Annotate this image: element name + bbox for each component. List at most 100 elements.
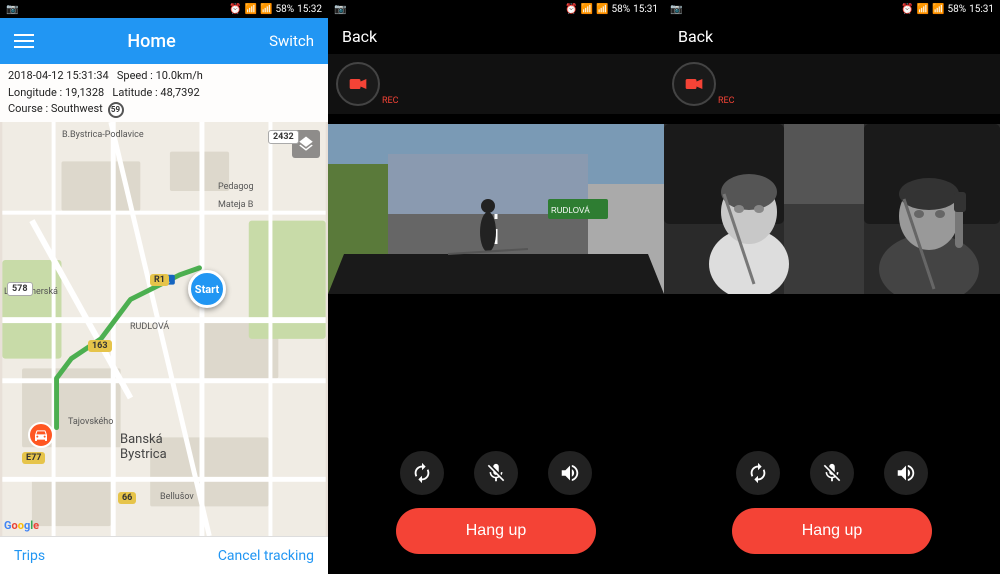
road-badge-66: 66 [118,492,136,504]
info-line-1: 2018-04-12 15:31:34 Speed : 10.0km/h [8,68,320,85]
interior-rotate-icon [747,462,769,484]
front-volume-button[interactable] [548,451,592,495]
map-status-icons: ⏰ 📶 📶 58% 15:32 [229,4,322,15]
interior-status-icons: ⏰ 📶 📶 58% 15:31 [901,4,994,15]
app-title: Home [127,31,175,52]
front-time: 15:31 [633,4,658,15]
front-status-bar: 📷 ⏰ 📶 📶 58% 15:31 [328,0,664,18]
cancel-tracking-button[interactable]: Cancel tracking [218,548,314,564]
front-back-button[interactable]: Back [342,27,377,46]
interior-controls [664,438,1000,508]
interior-cam-scene [664,124,1000,294]
lon-label: Longitude : [8,86,62,99]
layers-icon [297,135,315,153]
front-top-bar: Back [328,18,664,54]
road-badge-163: 163 [88,340,112,352]
course-label: Course : [8,102,48,115]
front-status-icons: ⏰ 📶 📶 58% 15:31 [565,4,658,15]
front-signal-icon: 📶 [596,4,608,15]
lat-value: 48,7392 [160,86,199,99]
interior-alarm-icon: ⏰ [901,4,913,15]
map-app-bar: Home Switch [0,18,328,64]
front-wifi-icon: 📶 [581,4,593,15]
front-rotate-button[interactable] [400,451,444,495]
speed-value: 10.0km/h [156,69,203,82]
front-rec-button[interactable] [336,62,380,106]
interior-rec-label: REC [718,96,735,106]
interior-top-bar: Back [664,18,1000,54]
volume-icon [559,462,581,484]
info-bar: 2018-04-12 15:31:34 Speed : 10.0km/h Lon… [0,64,328,122]
interior-camera-panel: 📷 ⏰ 📶 📶 58% 15:31 Back REC [664,0,1000,574]
course-value: Southwest [51,102,103,115]
road-badge-578: 578 [7,282,33,296]
road-badge-e77: E77 [22,452,45,464]
lat-label: Latitude : [112,86,157,99]
switch-button[interactable]: Switch [269,32,314,50]
map-panel: 📷 ⏰ 📶 📶 58% 15:32 Home Switch 2018-04-12… [0,0,328,574]
interior-mic-button[interactable] [810,451,854,495]
map-status-left: 📷 [6,4,18,15]
front-cam-icon: 📷 [334,4,346,15]
interior-rotate-button[interactable] [736,451,780,495]
info-line-2: Longitude : 19,1328 Latitude : 48,7392 [8,85,320,102]
interior-black-top [664,114,1000,124]
interior-rec-button[interactable] [672,62,716,106]
map-bottom-bar: Trips Cancel tracking [0,536,328,574]
map-area[interactable]: R1 B.Bystrica-Podlavice RUDLOVÁ Pedagog … [0,122,328,536]
interior-status-bar: 📷 ⏰ 📶 📶 58% 15:31 [664,0,1000,18]
front-hang-up-button[interactable]: Hang up [396,508,597,554]
battery-text: 58% [276,4,295,15]
alarm-icon: ⏰ [229,4,241,15]
interior-mic-off-icon [821,462,843,484]
datetime: 2018-04-12 15:31:34 [8,69,109,82]
place-label-pedagog: Pedagog [218,182,254,192]
front-hang-up-area: Hang up [328,508,664,574]
trips-button[interactable]: Trips [14,548,45,564]
car-marker [28,422,54,448]
place-label-mateja: Mateja B [218,200,253,210]
interior-time: 15:31 [969,4,994,15]
place-label-tajo: Tajovského [68,417,113,427]
interior-battery: 58% [948,4,967,15]
front-alarm-icon: ⏰ [565,4,577,15]
mic-off-icon [485,462,507,484]
city-label: BanskáBystrica [120,432,167,462]
google-logo: Google [4,519,39,532]
interior-video-feed [664,124,1000,294]
front-rec-area: REC [328,54,664,114]
interior-volume-icon [895,462,917,484]
interior-signal-icon: 📶 [932,4,944,15]
lon-value: 19,1328 [65,86,104,99]
road-badge-r1: R1 [150,274,169,286]
interior-hang-up-button[interactable]: Hang up [732,508,933,554]
interior-cam-icon: 📷 [670,4,682,15]
front-controls [328,438,664,508]
interior-wifi-icon: 📶 [917,4,929,15]
interior-black-bottom [664,294,1000,438]
map-status-bar: 📷 ⏰ 📶 📶 58% 15:32 [0,0,328,18]
interior-video-icon [684,74,704,94]
info-line-3: Course : Southwest 59 [8,101,320,118]
place-label-bellus: Bellušov [160,492,194,502]
start-label: Start [195,283,219,296]
front-battery: 58% [612,4,631,15]
front-black-bottom [328,294,664,438]
place-label-1: B.Bystrica-Podlavice [62,130,144,140]
interior-back-button[interactable]: Back [678,27,713,46]
signal-icon: 📶 [260,4,272,15]
front-video-feed: RUDLOVÁ [328,124,664,294]
front-rec-label: REC [382,96,399,106]
road-badge-2432: 2432 [268,130,299,144]
front-mic-button[interactable] [474,451,518,495]
speed-label: Speed : [117,69,153,82]
front-black-top [328,114,664,124]
hamburger-menu[interactable] [14,34,34,48]
car-icon [33,427,49,443]
front-dashcam-scene: RUDLOVÁ [328,124,664,294]
svg-text:RUDLOVÁ: RUDLOVÁ [551,206,590,215]
front-camera-panel: 📷 ⏰ 📶 📶 58% 15:31 Back REC [328,0,664,574]
time-display: 15:32 [297,4,322,15]
interior-hang-up-area: Hang up [664,508,1000,574]
interior-volume-button[interactable] [884,451,928,495]
